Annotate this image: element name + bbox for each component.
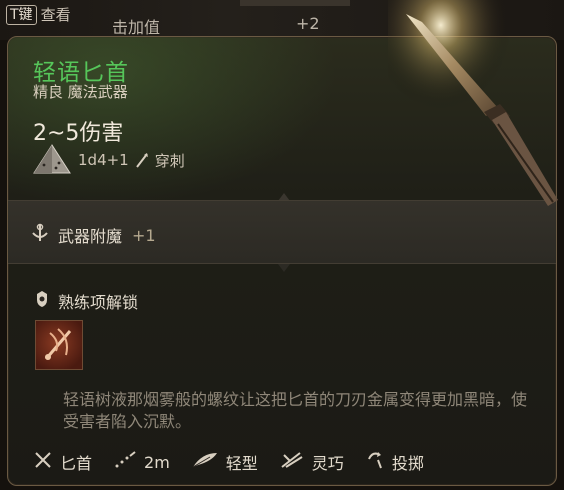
- range-icon: [114, 451, 136, 473]
- tag-label: 匕首: [60, 454, 93, 473]
- crossed-daggers-icon: [34, 451, 52, 473]
- key-hint-label: 查看: [40, 6, 71, 24]
- background-row-value: +2: [296, 14, 320, 33]
- finesse-icon: [280, 451, 304, 473]
- proficiency-label: 熟练项解锁: [58, 293, 139, 312]
- dice-value: 1d4+1: [78, 151, 129, 169]
- tag-finesse[interactable]: 灵巧: [280, 450, 344, 474]
- enchant-bonus: +1: [132, 225, 156, 245]
- tag-dagger[interactable]: 匕首: [34, 450, 92, 474]
- enchant-row: 武器附魔 +1: [30, 223, 156, 247]
- piercing-icon: [135, 152, 149, 168]
- inspect-key-hint: T键 查看: [6, 4, 71, 25]
- tag-label: 投掷: [391, 454, 424, 473]
- feather-icon: [192, 451, 218, 473]
- weapon-tags: 匕首 2m 轻型 灵巧 投掷: [34, 450, 446, 474]
- tag-thrown[interactable]: 投掷: [366, 450, 424, 474]
- tag-light[interactable]: 轻型: [192, 450, 258, 474]
- tag-label: 2m: [144, 452, 170, 472]
- weapon-action-icon[interactable]: [35, 320, 83, 370]
- throw-icon: [366, 451, 384, 473]
- enchant-label: 武器附魔: [58, 227, 123, 246]
- damage-dice-row: 1d4+1 穿刺: [32, 143, 185, 177]
- enchant-icon: [30, 223, 50, 247]
- flavor-text: 轻语树液那烟雾般的螺纹让这把匕首的刀刃金属变得更加黑暗，使受害者陷入沉默。: [63, 390, 528, 431]
- damage-type: 穿刺: [154, 151, 185, 170]
- tag-range[interactable]: 2m: [114, 451, 170, 473]
- key-badge: T键: [6, 4, 37, 25]
- item-rarity-type: 精良 魔法武器: [33, 83, 128, 101]
- tag-label: 轻型: [225, 454, 258, 473]
- proficiency-header: 熟练项解锁: [34, 289, 138, 313]
- background-divider: [240, 0, 350, 6]
- unlock-icon: [34, 290, 50, 312]
- dagger-image: [388, 0, 564, 210]
- d4-dice-icon: [32, 143, 72, 177]
- background-row-label: 击加值: [112, 18, 161, 37]
- section-notch-bottom: [278, 264, 290, 272]
- tag-label: 灵巧: [311, 454, 344, 473]
